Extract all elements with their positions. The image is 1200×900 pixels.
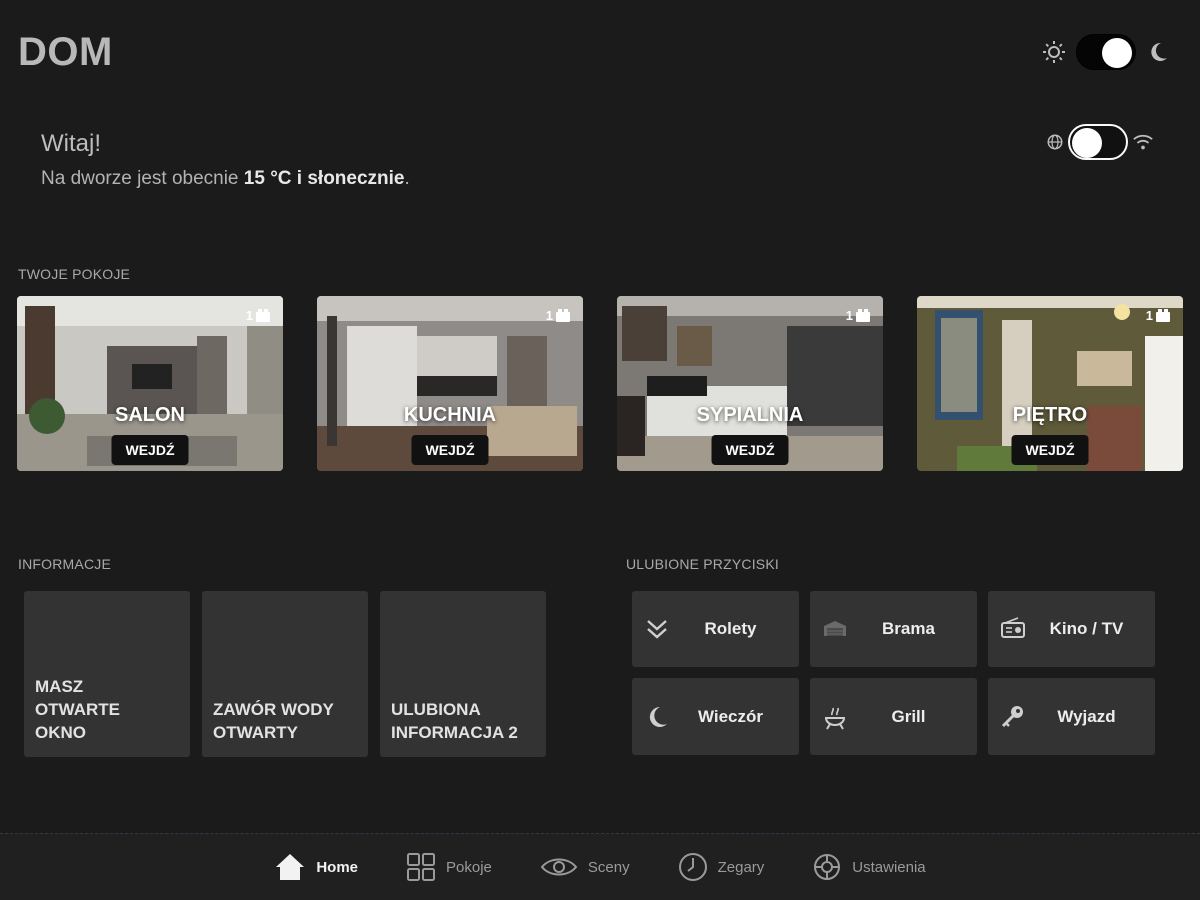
eye-icon — [540, 855, 578, 879]
wifi-icon — [1132, 132, 1154, 152]
app-title: DOM — [18, 30, 113, 74]
info-tile[interactable]: ZAWÓR WODY OTWARTY — [202, 591, 368, 757]
room-card-sypialnia[interactable]: 1 SYPIALNIA WEJDŹ — [617, 296, 883, 471]
grill-icon — [822, 704, 848, 730]
fav-button-grill[interactable]: Grill — [810, 678, 977, 755]
nav-item-home[interactable]: Home — [274, 852, 358, 882]
theme-toggle-group — [1042, 34, 1170, 70]
device-count: 1 — [1146, 308, 1171, 323]
room-name: KUCHNIA — [403, 404, 497, 426]
room-name: SALON — [115, 404, 185, 426]
fav-button-brama[interactable]: Brama — [810, 591, 977, 667]
device-count-value: 1 — [845, 308, 853, 323]
enter-room-button[interactable]: WEJDŹ — [711, 435, 789, 465]
device-count: 1 — [846, 308, 871, 323]
moon-icon — [1146, 40, 1170, 64]
greeting-title: Witaj! — [41, 130, 101, 157]
enter-room-button[interactable]: WEJDŹ — [411, 435, 489, 465]
rooms-list: 1 SALON WEJDŹ 1 KUCHNIA WEJDŹ 1 SYPIALNI… — [17, 296, 1183, 471]
device-icon — [555, 308, 571, 323]
theme-toggle[interactable] — [1076, 34, 1136, 70]
gate-icon — [822, 616, 848, 642]
nav-item-pokoje[interactable]: Pokoje — [406, 852, 492, 882]
favorite-buttons: Rolety Brama Kino / TV Wieczór Grill Wyj… — [632, 591, 1155, 755]
enter-room-button[interactable]: WEJDŹ — [111, 435, 189, 465]
network-toggle[interactable] — [1068, 124, 1128, 160]
weather-suffix: . — [404, 168, 410, 189]
info-section-label: INFORMACJE — [18, 556, 111, 572]
room-name: PIĘTRO — [1012, 404, 1088, 426]
clock-icon — [678, 852, 708, 882]
info-tile-text: MASZ OTWARTE OKNO — [35, 677, 120, 742]
nav-item-zegary[interactable]: Zegary — [678, 852, 765, 882]
sun-icon — [1042, 40, 1066, 64]
nav-item-sceny[interactable]: Sceny — [540, 855, 630, 879]
device-count: 1 — [546, 308, 571, 323]
nav-item-label: Pokoje — [446, 858, 492, 876]
info-tile[interactable]: MASZ OTWARTE OKNO — [24, 591, 190, 757]
bottom-navigation: Home Pokoje Sceny Zegary Ustawienia — [0, 833, 1200, 900]
device-icon — [1155, 308, 1171, 323]
network-toggle-group — [1046, 124, 1154, 160]
moon-icon — [644, 704, 670, 730]
device-count: 1 — [246, 308, 271, 323]
weather-text: Na dworze jest obecnie 15 °C i słoneczni… — [41, 168, 410, 190]
toggle-knob — [1102, 38, 1132, 68]
weather-prefix: Na dworze jest obecnie — [41, 168, 239, 189]
info-tile-text: ULUBIONA INFORMACJA 2 — [391, 700, 518, 742]
fav-button-rolety[interactable]: Rolety — [632, 591, 799, 667]
greeting: Witaj! Na dworze jest obecnie 15 °C i sł… — [41, 130, 410, 190]
room-card-kuchnia[interactable]: 1 KUCHNIA WEJDŹ — [317, 296, 583, 471]
info-tiles: MASZ OTWARTE OKNO ZAWÓR WODY OTWARTY ULU… — [24, 591, 546, 757]
toggle-knob — [1072, 128, 1102, 158]
device-count-value: 1 — [1145, 308, 1153, 323]
device-count-value: 1 — [545, 308, 553, 323]
info-tile-text: ZAWÓR WODY OTWARTY — [213, 700, 334, 742]
home-icon — [274, 852, 306, 882]
nav-item-ustawienia[interactable]: Ustawienia — [812, 852, 926, 882]
device-icon — [855, 308, 871, 323]
double-chevron-down-icon — [644, 616, 670, 642]
settings-wheel-icon — [812, 852, 842, 882]
globe-icon — [1046, 133, 1064, 151]
favorites-section-label: ULUBIONE PRZYCISKI — [626, 556, 779, 572]
fav-button-wieczor[interactable]: Wieczór — [632, 678, 799, 755]
device-count-value: 1 — [245, 308, 253, 323]
enter-room-button[interactable]: WEJDŹ — [1011, 435, 1089, 465]
room-card-salon[interactable]: 1 SALON WEJDŹ — [17, 296, 283, 471]
nav-item-label: Home — [316, 858, 359, 876]
nav-item-label: Sceny — [587, 858, 630, 876]
room-card-pietro[interactable]: 1 PIĘTRO WEJDŹ — [917, 296, 1183, 471]
info-tile[interactable]: ULUBIONA INFORMACJA 2 — [380, 591, 546, 757]
fav-button-wyjazd[interactable]: Wyjazd — [988, 678, 1155, 755]
rooms-section-label: TWOJE POKOJE — [18, 266, 131, 282]
radio-icon — [1000, 616, 1026, 642]
nav-item-label: Ustawienia — [852, 858, 926, 876]
grid-icon — [406, 852, 436, 882]
room-name: SYPIALNIA — [696, 404, 804, 426]
key-icon — [1000, 704, 1026, 730]
fav-button-kino-tv[interactable]: Kino / TV — [988, 591, 1155, 667]
device-icon — [255, 308, 271, 323]
weather-value: 15 °C i słonecznie — [243, 168, 405, 189]
nav-item-label: Zegary — [717, 858, 765, 876]
